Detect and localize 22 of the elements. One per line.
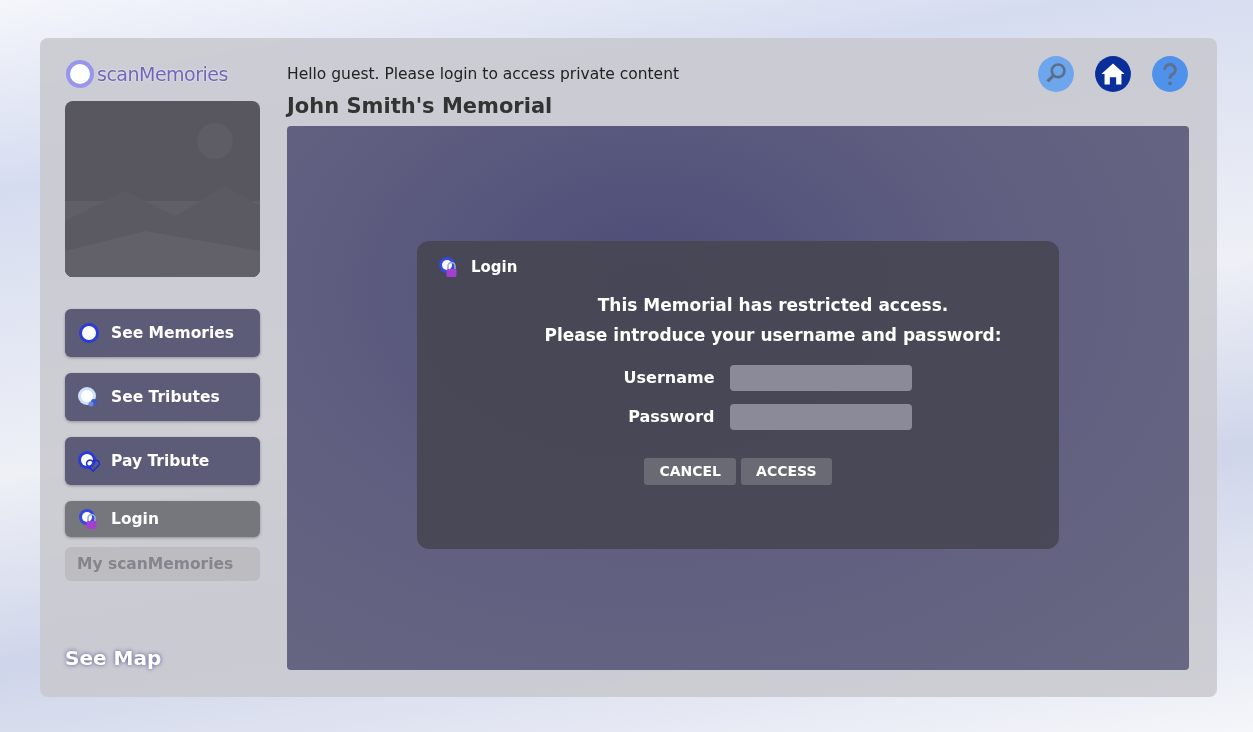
glowing-orb-icon <box>77 321 101 345</box>
logo-text: scanMemories <box>97 63 228 85</box>
memorial-title: John Smith's Memorial <box>287 94 554 118</box>
field-label: Username <box>623 368 715 387</box>
sidebar-button[interactable]: Login <box>65 501 260 537</box>
orb-with-heart-icon <box>77 449 101 473</box>
search-icon[interactable] <box>1037 55 1075 93</box>
input-field[interactable] <box>730 403 913 430</box>
sidebar-button[interactable]: See Tributes <box>65 373 260 421</box>
sidebar-button[interactable]: See Memories <box>65 309 260 357</box>
glowing-orb-icon <box>65 59 95 89</box>
dialog-message: This Memorial has restricted access. <box>597 294 949 315</box>
field-label: Password <box>627 407 715 426</box>
dialog-button[interactable]: ACCESS <box>741 457 832 485</box>
dialog-message: Please introduce your username and password: <box>544 324 1002 345</box>
dialog-button[interactable]: CANCEL <box>644 457 737 485</box>
sidebar-button[interactable]: Pay Tribute <box>65 437 260 485</box>
home-icon[interactable] <box>1094 55 1132 93</box>
input-field[interactable] <box>730 364 913 391</box>
help-icon[interactable] <box>1151 55 1189 93</box>
dialog-title: Login <box>471 257 518 276</box>
greeting-text: Hello guest. Please login to access private content <box>287 65 680 83</box>
